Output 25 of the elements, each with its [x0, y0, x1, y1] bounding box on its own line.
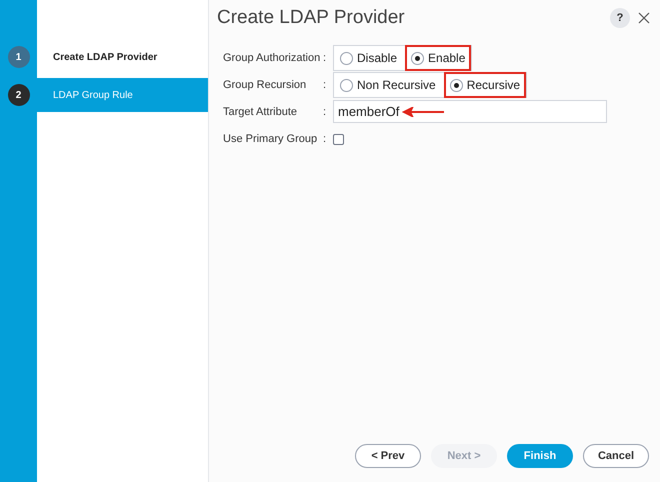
- radio-label: Recursive: [466, 77, 520, 94]
- field-label: Target Attribute: [223, 104, 298, 120]
- step-number: 1: [8, 46, 30, 68]
- wizard-button[interactable]: < Prev: [355, 444, 421, 468]
- colon: :: [323, 132, 328, 147]
- colon: :: [323, 50, 328, 66]
- input-field[interactable]: memberOf: [333, 100, 607, 123]
- radio-label: Enable: [428, 50, 466, 67]
- radio-label: Disable: [357, 50, 398, 67]
- radio-button[interactable]: [450, 78, 463, 92]
- help-button[interactable]: ?: [610, 8, 630, 28]
- radio-button[interactable]: [411, 52, 424, 64]
- radio-button[interactable]: [340, 78, 353, 92]
- close-icon[interactable]: [638, 12, 650, 24]
- field-label: Group Authorization: [223, 50, 322, 66]
- radio-button[interactable]: [340, 52, 353, 64]
- step-number: 2: [8, 84, 30, 106]
- field-label: Use Primary Group: [223, 132, 318, 147]
- colon: :: [323, 104, 328, 120]
- field-label: Group Recursion: [223, 78, 308, 93]
- radio-label: Non Recursive: [357, 77, 436, 94]
- colon: :: [323, 78, 328, 93]
- wizard-button[interactable]: Cancel: [583, 444, 649, 468]
- checkbox[interactable]: [333, 134, 344, 144]
- dialog-title: Create LDAP Provider: [217, 6, 406, 30]
